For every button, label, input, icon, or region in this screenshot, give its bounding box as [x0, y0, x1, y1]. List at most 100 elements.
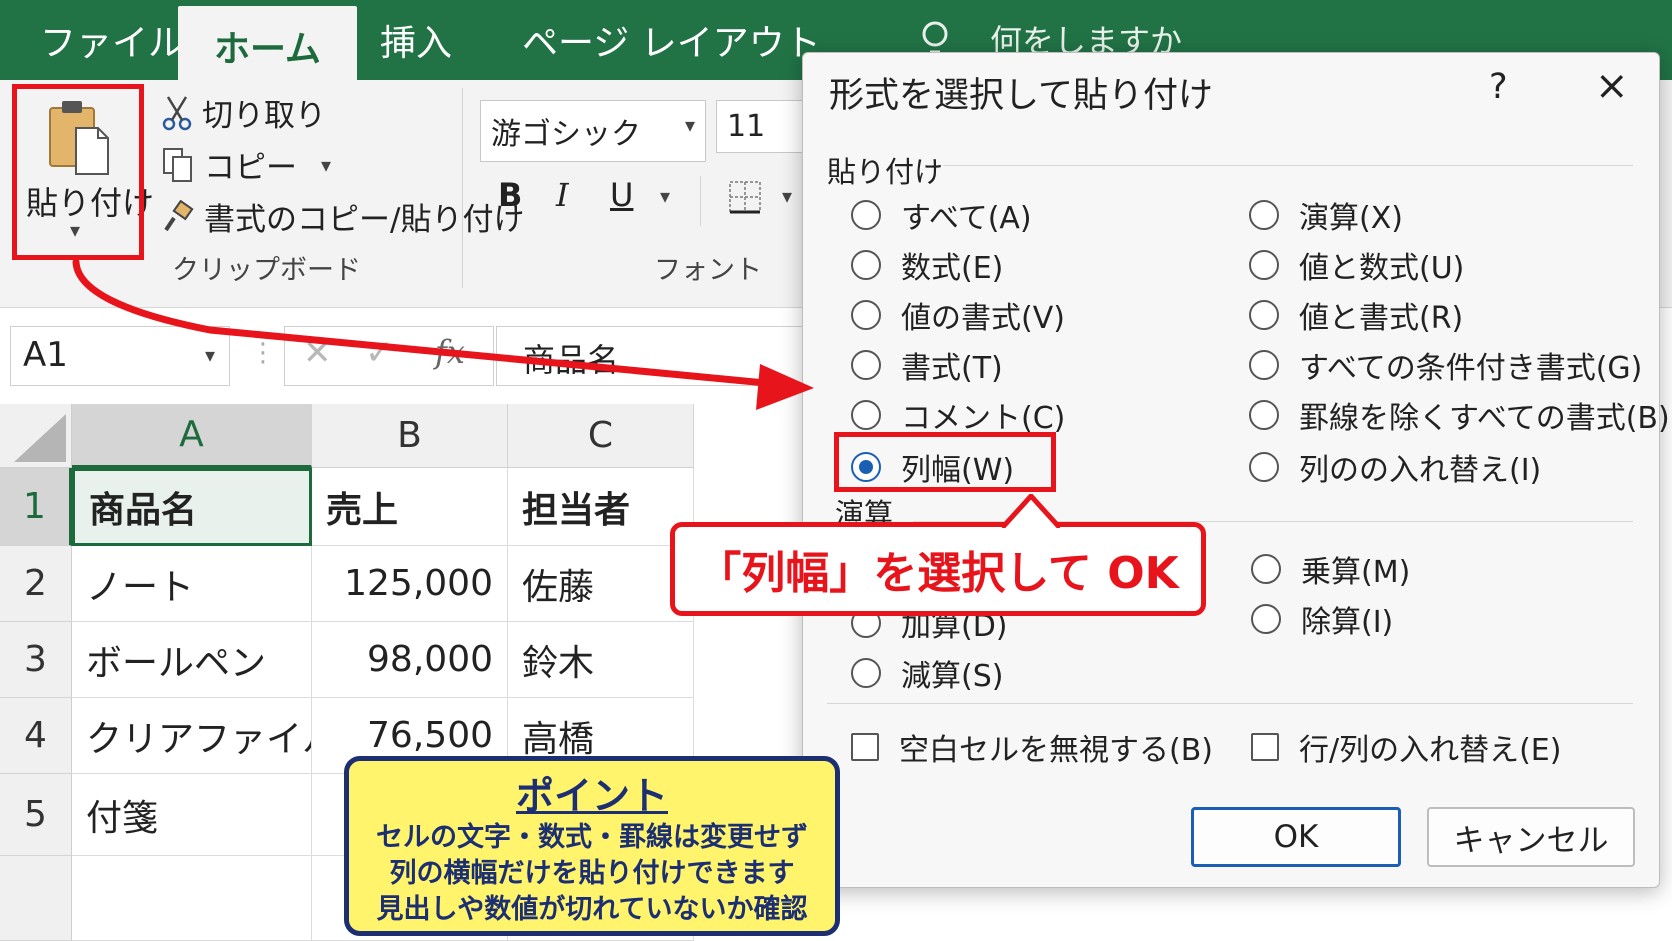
point-title: ポイント [515, 774, 668, 818]
chevron-down-icon[interactable]: ▾ [321, 153, 331, 177]
cell-b1[interactable]: 売上 [312, 468, 508, 546]
radio-label: コメント(C) [901, 401, 1066, 436]
cell-b3[interactable]: 98,000 [312, 622, 508, 698]
cell-a6[interactable] [72, 856, 312, 941]
transpose-checkbox[interactable]: 行/列の入れ替え(E) [1251, 725, 1561, 769]
formula-value: 商品名 [523, 341, 620, 379]
clipboard-group-label: クリップボード [172, 255, 361, 286]
cell-a4[interactable]: クリアファイル [72, 698, 312, 774]
radio-operation-multiply[interactable]: 乗算(M) [1251, 547, 1410, 591]
cut-button[interactable]: 切り取り [162, 90, 326, 135]
radio-label: 数式(E) [901, 251, 1004, 286]
radio-paste-operation[interactable]: 演算(X) [1249, 193, 1403, 237]
chevron-down-icon: ▾ [684, 113, 695, 137]
tab-insert[interactable]: 挿入 [380, 14, 452, 66]
column-header-b[interactable]: B [312, 404, 508, 468]
cell-c2[interactable]: 佐藤 [508, 546, 694, 622]
font-size-select[interactable]: 11 [716, 100, 806, 153]
radio-paste-values-formulas[interactable]: 値と数式(U) [1249, 243, 1464, 287]
radio-circle [851, 350, 881, 380]
chevron-down-icon[interactable]: ▾ [782, 184, 792, 208]
radio-label: 列のの入れ替え(I) [1299, 453, 1542, 488]
row-header-4[interactable]: 4 [0, 698, 72, 774]
cell-b2[interactable]: 125,000 [312, 546, 508, 622]
row-header-2[interactable]: 2 [0, 546, 72, 622]
instruction-callout: 「列幅」を選択して OK [670, 522, 1206, 616]
radio-paste-values-formats[interactable]: 値と書式(R) [1249, 293, 1463, 337]
radio-label: 減算(S) [901, 659, 1004, 694]
row-header-6[interactable] [0, 856, 72, 941]
tab-home[interactable]: ホーム [178, 6, 357, 80]
cancel-button[interactable]: キャンセル [1427, 807, 1635, 867]
chevron-down-icon[interactable]: ▾ [660, 184, 670, 208]
format-painter-button[interactable]: 書式のコピー/貼り付け [162, 194, 524, 239]
ok-button[interactable]: OK [1191, 807, 1401, 867]
column-header-c[interactable]: C [508, 404, 694, 468]
tab-file[interactable]: ファイル [40, 14, 184, 66]
radio-paste-conditional-formats[interactable]: すべての条件付き書式(G) [1249, 343, 1642, 387]
radio-circle [1249, 250, 1279, 280]
row-header-5[interactable]: 5 [0, 774, 72, 856]
callout-pointer [1002, 494, 1060, 528]
radio-paste-value-formats[interactable]: 値の書式(V) [851, 293, 1065, 337]
radio-label: 除算(I) [1301, 605, 1394, 640]
checkbox-box [851, 733, 879, 761]
point-note-box: ポイント セルの文字・数式・罫線は変更せず 列の横幅だけを貼り付けできます 見出… [344, 756, 840, 936]
radio-label: 演算(X) [1299, 201, 1403, 236]
checkbox-label: 空白セルを無視する(B) [899, 733, 1213, 768]
radio-paste-comments[interactable]: コメント(C) [851, 393, 1065, 437]
bold-button[interactable]: B [498, 176, 522, 214]
radio-label: 乗算(M) [1301, 555, 1411, 590]
radio-label: 書式(T) [901, 351, 1003, 386]
close-icon[interactable]: × [1595, 63, 1629, 109]
cell-c3[interactable]: 鈴木 [508, 622, 694, 698]
help-icon[interactable]: ? [1489, 67, 1508, 107]
italic-button[interactable]: I [556, 176, 569, 214]
radio-circle [851, 658, 881, 688]
radio-paste-all[interactable]: すべて(A) [851, 193, 1032, 237]
cell-a1[interactable]: 商品名 [72, 468, 312, 546]
borders-icon[interactable] [728, 180, 762, 214]
chevron-down-icon: ▾ [204, 343, 215, 367]
radio-paste-formats[interactable]: 書式(T) [851, 343, 1003, 387]
radio-circle [851, 400, 881, 430]
cell-a2[interactable]: ノート [72, 546, 312, 622]
cancel-icon[interactable]: ✕ [303, 333, 332, 373]
radio-label: すべて(A) [901, 201, 1032, 236]
copy-icon [163, 147, 192, 182]
radio-circle [851, 200, 881, 230]
enter-check-icon[interactable]: ✓ [365, 333, 394, 373]
toolbar-divider [700, 176, 701, 226]
radio-operation-subtract[interactable]: 減算(S) [851, 651, 1003, 695]
name-box[interactable]: A1 ▾ [10, 326, 230, 386]
copy-button[interactable]: コピー ▾ [162, 142, 331, 187]
underline-button[interactable]: U [610, 176, 633, 214]
drag-handle-icon[interactable]: ⋮ [250, 338, 276, 368]
cell-c1[interactable]: 担当者 [508, 468, 694, 546]
tab-page-layout[interactable]: ページ レイアウト [522, 14, 821, 66]
row-header-3[interactable]: 3 [0, 622, 72, 698]
radio-paste-formulas[interactable]: 数式(E) [851, 243, 1003, 287]
radio-operation-divide[interactable]: 除算(I) [1251, 597, 1393, 641]
cell-a5[interactable]: 付箋 [72, 774, 312, 856]
skip-blanks-checkbox[interactable]: 空白セルを無視する(B) [851, 725, 1213, 769]
point-line-1: セルの文字・数式・罫線は変更せず [376, 822, 808, 853]
column-header-a[interactable]: A [72, 404, 312, 468]
font-family-select[interactable]: 游ゴシック ▾ [480, 100, 706, 162]
copy-label: コピー [204, 150, 297, 186]
function-icon[interactable]: fx [435, 333, 465, 371]
formula-buttons: ✕ ✓ fx [284, 326, 494, 386]
font-size-value: 11 [727, 109, 766, 144]
name-box-value: A1 [23, 335, 68, 375]
cut-label: 切り取り [202, 98, 326, 134]
radio-circle [1251, 604, 1281, 634]
radio-circle [1251, 554, 1281, 584]
row-header-1[interactable]: 1 [0, 468, 72, 546]
radio-paste-column-swap[interactable]: 列のの入れ替え(I) [1249, 445, 1541, 489]
cell-a3[interactable]: ボールペン [72, 622, 312, 698]
column-width-highlight-box [834, 432, 1056, 492]
radio-paste-all-except-borders[interactable]: 罫線を除くすべての書式(B) [1249, 393, 1670, 437]
group-divider [943, 165, 1633, 166]
select-all-corner[interactable] [0, 404, 72, 468]
point-line-3: 見出しや数値が切れていないか確認 [376, 894, 808, 925]
